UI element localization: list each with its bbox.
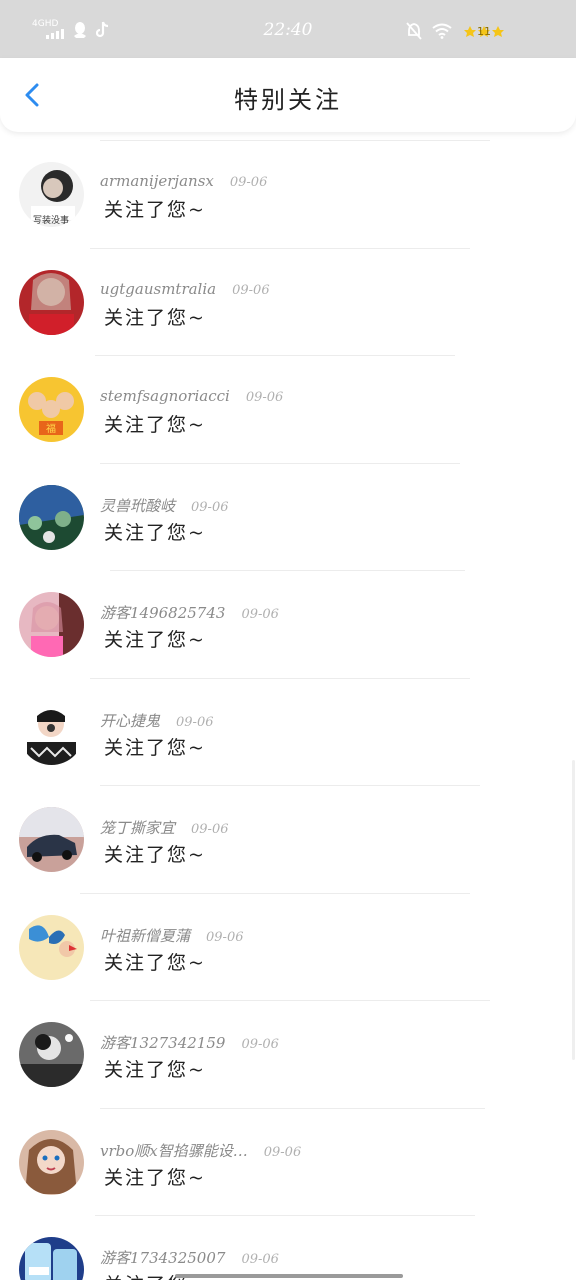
notification-item[interactable]: vrbo顺x智掐骡能设… 09-06 关注了您~ bbox=[0, 1107, 576, 1216]
notification-meta: 笼丁撕家宜 09-06 bbox=[100, 817, 229, 838]
divider bbox=[95, 355, 455, 356]
notification-action: 关注了您~ bbox=[104, 629, 206, 651]
notification-item[interactable]: 叶祖新僧夏蒲 09-06 关注了您~ bbox=[0, 892, 576, 1001]
username[interactable]: armanijerjansx bbox=[100, 172, 214, 190]
notification-meta: ugtgausmtralia 09-06 bbox=[100, 280, 270, 298]
divider bbox=[100, 785, 480, 786]
divider bbox=[90, 1000, 490, 1001]
header: 特别关注 bbox=[0, 58, 576, 132]
user-avatar[interactable] bbox=[19, 1129, 84, 1195]
notification-action: 关注了您~ bbox=[104, 306, 206, 329]
user-avatar[interactable] bbox=[19, 1022, 84, 1087]
notification-meta: vrbo顺x智掐骡能设… 09-06 bbox=[100, 1140, 301, 1161]
notification-item[interactable]: 游客1327342159 09-06 关注了您~ bbox=[0, 1000, 576, 1108]
user-avatar[interactable]: 写装没事 bbox=[19, 162, 84, 227]
username[interactable]: 游客1327342159 bbox=[100, 1032, 225, 1053]
username[interactable]: 灵兽玳酸岐 bbox=[100, 495, 175, 516]
notification-meta: 游客1734325007 09-06 bbox=[100, 1247, 279, 1268]
notification-date: 09-06 bbox=[241, 1037, 279, 1052]
username[interactable]: 叶祖新僧夏蒲 bbox=[100, 925, 190, 946]
notification-date: 09-06 bbox=[232, 282, 270, 298]
notification-action: 关注了您~ bbox=[104, 1166, 206, 1189]
user-avatar[interactable]: 福 bbox=[19, 377, 84, 442]
notification-date: 09-06 bbox=[176, 714, 214, 730]
home-indicator[interactable] bbox=[175, 1274, 403, 1278]
notification-item[interactable]: 福 stemfsagnoriacci 09-06 关注了您~ bbox=[0, 355, 576, 463]
notification-meta: 游客1496825743 09-06 bbox=[100, 602, 279, 623]
notification-list[interactable]: 写装没事 armanijerjansx 09-06 关注了您~ ugtgausm… bbox=[0, 140, 576, 1280]
user-avatar[interactable] bbox=[19, 699, 84, 765]
notification-item[interactable]: 写装没事 armanijerjansx 09-06 关注了您~ bbox=[0, 140, 576, 248]
notification-date: 09-06 bbox=[191, 822, 229, 837]
status-bar: 4GHD 22:40 11 bbox=[0, 0, 576, 60]
status-right bbox=[406, 22, 452, 40]
notification-meta: stemfsagnoriacci 09-06 bbox=[100, 387, 283, 405]
notification-action: 关注了您~ bbox=[104, 521, 206, 544]
notification-meta: 游客1327342159 09-06 bbox=[100, 1032, 279, 1053]
divider bbox=[80, 892, 470, 894]
username[interactable]: stemfsagnoriacci bbox=[100, 387, 230, 405]
svg-text:福: 福 bbox=[46, 422, 56, 435]
notification-action: 关注了您~ bbox=[104, 951, 206, 974]
page-title: 特别关注 bbox=[234, 86, 342, 114]
user-avatar[interactable] bbox=[19, 914, 84, 980]
svg-text:写装没事: 写装没事 bbox=[33, 214, 69, 226]
mute-icon bbox=[406, 22, 422, 40]
battery-icon: 11 bbox=[464, 24, 504, 40]
notification-meta: 叶祖新僧夏蒲 09-06 bbox=[100, 925, 244, 946]
user-avatar[interactable] bbox=[19, 807, 84, 872]
notification-item[interactable]: 游客1496825743 09-06 关注了您~ bbox=[0, 570, 576, 678]
divider bbox=[90, 247, 470, 249]
username[interactable]: ugtgausmtralia bbox=[100, 280, 216, 298]
username[interactable]: 开心捷鬼 bbox=[100, 710, 160, 731]
username[interactable]: 游客1734325007 bbox=[100, 1247, 225, 1268]
username[interactable]: 游客1496825743 bbox=[100, 602, 225, 623]
divider bbox=[100, 1107, 485, 1109]
notification-action: 关注了您~ bbox=[104, 736, 206, 759]
notification-date: 09-06 bbox=[229, 175, 268, 190]
notification-date: 09-06 bbox=[241, 607, 279, 622]
wifi-icon bbox=[432, 23, 452, 39]
notification-action: 关注了您~ bbox=[104, 1059, 206, 1081]
notification-item[interactable]: 笼丁撕家宜 09-06 关注了您~ bbox=[0, 785, 576, 893]
notification-date: 09-06 bbox=[191, 499, 229, 515]
notification-date: 09-06 bbox=[263, 1144, 302, 1160]
user-avatar[interactable] bbox=[19, 484, 84, 550]
notification-item[interactable]: 开心捷鬼 09-06 关注了您~ bbox=[0, 677, 576, 786]
username[interactable]: 笼丁撕家宜 bbox=[100, 817, 175, 838]
divider bbox=[100, 140, 490, 141]
divider bbox=[110, 570, 465, 571]
notification-meta: 开心捷鬼 09-06 bbox=[100, 710, 214, 731]
notification-item[interactable]: 灵兽玳酸岐 09-06 关注了您~ bbox=[0, 462, 576, 571]
notification-action: 关注了您~ bbox=[104, 844, 206, 866]
notification-date: 09-06 bbox=[206, 929, 244, 945]
notification-item[interactable]: ugtgausmtralia 09-06 关注了您~ bbox=[0, 247, 576, 356]
user-avatar[interactable] bbox=[19, 1237, 84, 1280]
divider bbox=[100, 462, 460, 464]
notification-date: 09-06 bbox=[241, 1252, 279, 1267]
user-avatar[interactable] bbox=[19, 269, 84, 335]
notification-meta: armanijerjansx 09-06 bbox=[100, 172, 267, 190]
username[interactable]: vrbo顺x智掐骡能设… bbox=[100, 1140, 248, 1161]
divider bbox=[95, 1215, 475, 1216]
user-avatar[interactable] bbox=[19, 592, 84, 657]
scrollbar[interactable] bbox=[572, 760, 575, 1060]
notification-date: 09-06 bbox=[245, 390, 284, 405]
notification-action: 关注了您~ bbox=[104, 199, 206, 221]
divider bbox=[90, 677, 470, 679]
notification-meta: 灵兽玳酸岐 09-06 bbox=[100, 495, 229, 516]
notification-item[interactable]: 游客1734325007 09-06 关注了您~ bbox=[0, 1215, 576, 1280]
notification-action: 关注了您~ bbox=[104, 414, 206, 436]
battery-level-text: 11 bbox=[477, 25, 491, 38]
